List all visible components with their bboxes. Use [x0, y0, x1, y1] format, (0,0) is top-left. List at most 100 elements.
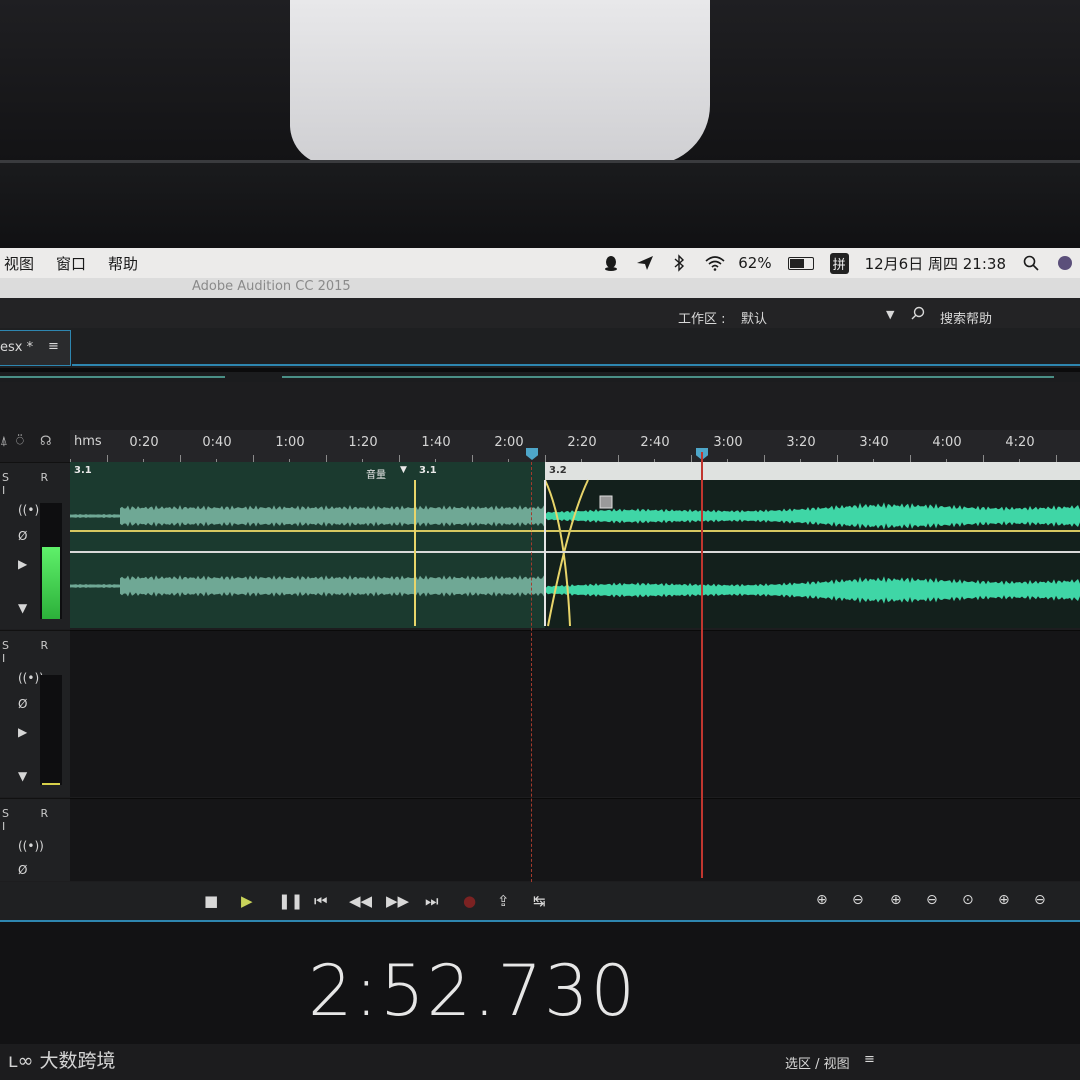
watermark-logo: ʟ∞ [8, 1050, 34, 1072]
current-time-display[interactable]: 2:52.730 [308, 950, 637, 1032]
stop-button[interactable]: ■ [204, 892, 218, 910]
qq-icon[interactable] [602, 254, 620, 272]
crossfade-curve [544, 479, 589, 627]
track-2-lane[interactable] [70, 630, 1080, 797]
zoom-selection-icon[interactable]: ⊕ [998, 892, 1010, 908]
selection-view-panel: 选区 / 视图 ≡ [0, 1044, 1080, 1080]
track-3-controls: S R I ((•)) Ø [0, 798, 70, 881]
track-header-toolbar: ⍋ ⍥ ☊ [0, 432, 70, 456]
input-monitor-icon[interactable]: ⍥ [16, 434, 24, 449]
channel-divider [70, 551, 1080, 553]
siri-icon[interactable] [1056, 254, 1074, 272]
phase-invert-icon[interactable]: Ø [18, 863, 27, 877]
pause-button[interactable]: ❚❚ [278, 892, 303, 910]
chevron-down-icon[interactable]: ▼ [886, 308, 894, 321]
track-1-level-meter [40, 503, 62, 619]
waveform-display [70, 479, 1080, 627]
ruler-label: 1:00 [275, 435, 305, 450]
selection-view-tab[interactable]: 选区 / 视图 [785, 1053, 850, 1072]
ruler-label: 2:20 [567, 435, 597, 450]
workspace-select[interactable]: 默认 [741, 308, 767, 327]
headphones-icon[interactable]: ☊ [40, 434, 52, 449]
ruler-unit: hms [74, 434, 102, 449]
track-2-record-input[interactable]: S R I [2, 639, 70, 665]
ruler-label: 0:40 [202, 435, 232, 450]
menu-view[interactable]: 视图 [4, 253, 34, 274]
track-2-controls: S R I ((•)) Ø ▶ ▼ [0, 630, 70, 797]
clip-2-start-edge[interactable] [544, 480, 546, 626]
search-help-input[interactable]: 搜索帮助 [940, 308, 992, 327]
export-icon[interactable]: ⇪ [497, 892, 510, 910]
play-small-icon[interactable]: ▶ [18, 557, 27, 571]
phase-invert-icon[interactable]: Ø [18, 697, 27, 711]
time-ruler[interactable]: hms 0:20 0:40 1:00 1:20 1:40 2:00 2:20 2:40 3:00… [70, 430, 1080, 464]
battery-icon[interactable] [787, 256, 814, 270]
ruler-label: 0:20 [129, 435, 159, 450]
zoom-in-amplitude-icon[interactable]: ⊕ [816, 892, 828, 908]
search-icon[interactable] [1022, 254, 1040, 272]
broadcast-icon[interactable]: ((•)) [18, 839, 44, 853]
feishu-icon[interactable] [636, 254, 654, 272]
app-title-bar: Adobe Audition CC 2015 [0, 278, 1080, 298]
track-3-record-input[interactable]: S R I [2, 807, 70, 833]
volume-envelope-line[interactable] [70, 530, 1080, 532]
workspace-bar: 工作区 : 默认 ▼ 搜索帮助 [0, 298, 1080, 332]
ruler-label: 3:40 [859, 435, 889, 450]
monitor-bezel [0, 160, 1080, 255]
menu-window[interactable]: 窗口 [56, 253, 86, 274]
fast-forward-button[interactable]: ▶▶ [386, 892, 409, 910]
track-2-meter-fill [42, 783, 60, 785]
ruler-label: 3:00 [713, 435, 743, 450]
playhead[interactable] [701, 452, 703, 878]
workspace-label: 工作区 : [678, 312, 726, 327]
tab-divider [72, 364, 1080, 366]
waveform-band [70, 514, 120, 518]
waveform-band [120, 505, 544, 527]
skip-selection-icon[interactable]: ↹ [533, 892, 546, 910]
transport-bar: ■ ▶ ❚❚ ⏮ ◀◀ ▶▶ ⏭ ● ⇪ ↹ ⊕ ⊖ ⊕ ⊖ ⊙ ⊕ ⊖ [0, 882, 1080, 922]
battery-percentage: 62% [738, 254, 772, 272]
search-help-icon[interactable] [911, 306, 925, 320]
ruler-label: 4:00 [932, 435, 962, 450]
zoom-out-time-icon[interactable]: ⊖ [926, 892, 938, 908]
waveform-band [546, 576, 1080, 604]
tab-session[interactable]: esx * ≡ [0, 330, 71, 366]
skip-to-end-button[interactable]: ⏭ [425, 892, 439, 910]
zoom-tracks-icon[interactable]: ⊖ [1034, 892, 1046, 908]
input-method-icon[interactable]: 拼 [829, 252, 849, 274]
ruler-label: 1:20 [348, 435, 378, 450]
record-button[interactable]: ● [463, 892, 476, 910]
track-1-record-input[interactable]: S R I [2, 471, 70, 497]
bluetooth-icon[interactable] [670, 254, 688, 272]
track-1-meter-fill [42, 547, 60, 619]
zoom-in-time-icon[interactable]: ⊕ [890, 892, 902, 908]
zoom-full-icon[interactable]: ⊙ [962, 892, 974, 908]
waveform-group [70, 502, 1080, 604]
track-2-level-meter [40, 675, 62, 785]
skip-to-start-button[interactable]: ⏮ [314, 892, 328, 910]
overview-range-left[interactable] [0, 376, 225, 378]
clip-1-fade-edge[interactable] [414, 480, 416, 626]
zoom-out-amplitude-icon[interactable]: ⊖ [852, 892, 864, 908]
app-title: Adobe Audition CC 2015 [192, 279, 351, 294]
rewind-button[interactable]: ◀◀ [349, 892, 372, 910]
track-1-controls: S R I ((•)) Ø ▶ ▼ [0, 462, 70, 629]
editor-tabbar: esx * ≡ [0, 328, 1080, 368]
wifi-icon[interactable] [704, 254, 725, 272]
menu-help[interactable]: 帮助 [108, 253, 138, 274]
watermark-text: 大数跨境 [39, 1050, 116, 1072]
metronome-icon[interactable]: ⍋ [0, 434, 8, 449]
track-3-lane[interactable] [70, 798, 1080, 881]
play-button[interactable]: ▶ [241, 892, 253, 910]
play-small-icon[interactable]: ▶ [18, 725, 27, 739]
collapse-icon[interactable]: ▼ [18, 769, 27, 783]
clock[interactable]: 12月6日 周四 21:38 [865, 253, 1006, 274]
overview-range-right[interactable] [282, 376, 1054, 378]
waveform-band [546, 502, 1080, 530]
waveform-band [120, 575, 544, 597]
phase-invert-icon[interactable]: Ø [18, 529, 27, 543]
tab-session-label: esx * [0, 340, 34, 355]
collapse-icon[interactable]: ▼ [18, 601, 27, 615]
panel-menu-icon[interactable]: ≡ [864, 1052, 875, 1067]
tab-menu-icon[interactable]: ≡ [48, 339, 59, 354]
